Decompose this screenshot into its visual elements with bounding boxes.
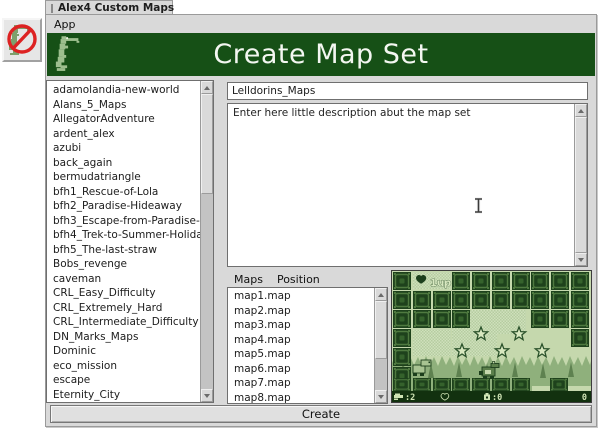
map-set-scrollbar[interactable] bbox=[200, 81, 213, 402]
create-button[interactable]: Create bbox=[50, 405, 592, 423]
desktop: Alex4 Custom Maps App Create Map Set bbox=[0, 0, 600, 432]
window-square-icon bbox=[51, 4, 53, 13]
page-title: Create Map Set bbox=[47, 39, 595, 70]
map-set-item[interactable]: escape bbox=[47, 373, 200, 388]
map-set-item[interactable]: DN_Marks_Maps bbox=[47, 330, 200, 345]
scrollbar-thumb[interactable] bbox=[201, 94, 213, 194]
map-set-item[interactable]: CRL_Easy_Difficulty bbox=[47, 286, 200, 301]
map-set-item[interactable]: bfh3_Escape-from-Paradise-Hideaway bbox=[47, 214, 200, 229]
map-file-item[interactable]: map1.map bbox=[228, 289, 375, 304]
map-set-item[interactable]: Dominic bbox=[47, 344, 200, 359]
map-set-name-input[interactable] bbox=[227, 82, 588, 100]
scrollbar-thumb[interactable] bbox=[375, 301, 387, 359]
hud-bag-count: :0 bbox=[492, 393, 502, 402]
map-set-item[interactable]: adamolandia-new-world bbox=[47, 83, 200, 98]
map-set-item[interactable]: bfh1_Rescue-of-Lola bbox=[47, 185, 200, 200]
scroll-up-icon[interactable] bbox=[575, 104, 587, 117]
scrollbar-thumb[interactable] bbox=[575, 117, 587, 253]
hud-1up-label: 1up bbox=[430, 278, 451, 289]
map-set-item[interactable]: bfh4_Trek-to-Summer-Holiday-camp bbox=[47, 228, 200, 243]
header-banner: Create Map Set bbox=[47, 33, 595, 76]
map-set-item[interactable]: Alans_5_Maps bbox=[47, 98, 200, 113]
map-set-item[interactable]: bermudatriangle bbox=[47, 170, 200, 185]
window-tab[interactable]: Alex4 Custom Maps bbox=[45, 0, 173, 15]
map-file-item[interactable]: map6.map bbox=[228, 362, 375, 377]
scroll-down-icon[interactable] bbox=[375, 390, 387, 403]
map-set-item[interactable]: CRL_Extremely_Hard bbox=[47, 301, 200, 316]
map-set-item[interactable]: caveman bbox=[47, 272, 200, 287]
maps-menu-bar: Maps Position bbox=[227, 271, 388, 287]
scroll-up-icon[interactable] bbox=[201, 81, 213, 94]
menu-app[interactable]: App bbox=[47, 17, 83, 32]
menu-bar: App bbox=[47, 16, 595, 33]
map-set-item[interactable]: back_again bbox=[47, 156, 200, 171]
menu-position[interactable]: Position bbox=[270, 272, 327, 287]
map-set-items: adamolandia-new-worldAlans_5_MapsAllegat… bbox=[47, 83, 200, 402]
app-window: Alex4 Custom Maps App Create Map Set bbox=[45, 0, 597, 427]
hud-lives-count: :2 bbox=[405, 393, 415, 402]
map-set-listbox: adamolandia-new-worldAlans_5_MapsAllegat… bbox=[46, 80, 214, 403]
map-set-item[interactable]: AllegatorAdventure bbox=[47, 112, 200, 127]
map-set-item[interactable]: azubi bbox=[47, 141, 200, 156]
window-title: Alex4 Custom Maps bbox=[58, 2, 174, 14]
map-set-item[interactable]: eco_mission bbox=[47, 359, 200, 374]
blocked-alligator-icon bbox=[5, 21, 39, 59]
map-file-item[interactable]: map3.map bbox=[228, 318, 375, 333]
alligator-sprite-icon bbox=[54, 36, 84, 74]
map-file-item[interactable]: map5.map bbox=[228, 347, 375, 362]
create-button-label: Create bbox=[302, 407, 340, 421]
maps-scrollbar[interactable] bbox=[374, 288, 387, 403]
map-file-item[interactable]: map2.map bbox=[228, 304, 375, 319]
ibeam-cursor-icon bbox=[473, 197, 484, 214]
description-scrollbar[interactable] bbox=[574, 104, 587, 266]
alex4-desktop-icon[interactable] bbox=[2, 18, 42, 62]
hud-score: 0 bbox=[582, 393, 587, 402]
map-set-item[interactable]: Bobs_revenge bbox=[47, 257, 200, 272]
game-screenshot: 1up bbox=[392, 271, 591, 402]
menu-maps[interactable]: Maps bbox=[227, 272, 270, 287]
map-set-item[interactable]: bfh5_The-last-straw bbox=[47, 243, 200, 258]
description-box: Enter here little description abut the m… bbox=[227, 103, 588, 267]
maps-file-listbox: map1.mapmap2.mapmap3.mapmap4.mapmap5.map… bbox=[227, 287, 388, 404]
scroll-down-icon[interactable] bbox=[575, 253, 587, 266]
scroll-down-icon[interactable] bbox=[201, 389, 213, 402]
scroll-up-icon[interactable] bbox=[375, 288, 387, 301]
maps-file-items: map1.mapmap2.mapmap3.mapmap4.mapmap5.map… bbox=[228, 289, 375, 403]
description-input[interactable]: Enter here little description abut the m… bbox=[228, 104, 574, 266]
map-preview-image: 1up bbox=[391, 270, 592, 403]
map-set-item[interactable]: Eternity_City bbox=[47, 388, 200, 403]
map-file-item[interactable]: map4.map bbox=[228, 333, 375, 348]
map-file-item[interactable]: map8.map bbox=[228, 391, 375, 404]
map-set-item[interactable]: ardent_alex bbox=[47, 127, 200, 142]
map-set-item[interactable]: CRL_Intermediate_Difficulty bbox=[47, 315, 200, 330]
map-set-item[interactable]: bfh2_Paradise-Hideaway bbox=[47, 199, 200, 214]
map-file-item[interactable]: map7.map bbox=[228, 376, 375, 391]
